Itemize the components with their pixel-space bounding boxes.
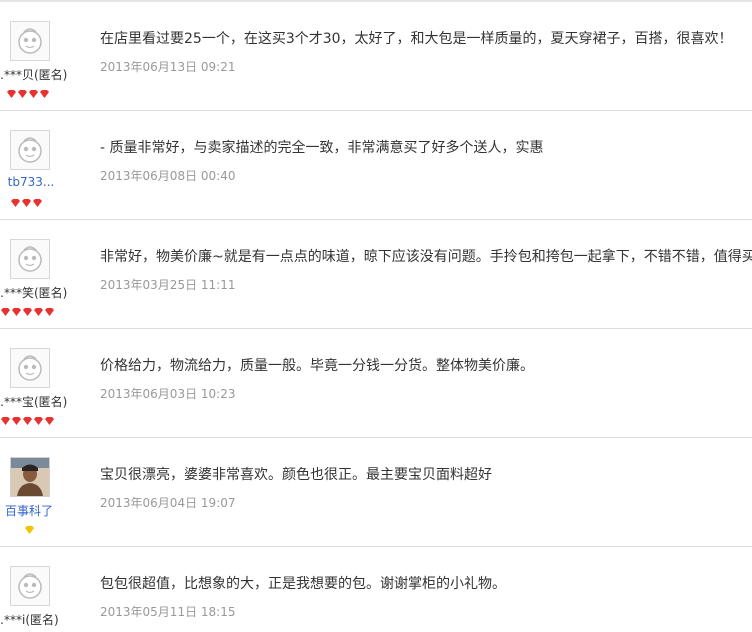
review-text: - 质量非常好，与卖家描述的完全一致，非常满意买了好多个送人，实惠 [100, 140, 544, 156]
review-text: 宝贝很漂亮，婆婆非常喜欢。颜色也很正。最主要宝贝面料超好 [100, 467, 492, 483]
red-gem-icon [11, 199, 20, 207]
red-gem-icon [29, 90, 38, 98]
red-gem-icon [12, 417, 21, 425]
rank-gems [24, 520, 35, 534]
review-date: 2013年06月13日 09:21 [100, 60, 236, 74]
red-gem-icon [1, 308, 10, 316]
red-gem-icon [18, 90, 27, 98]
red-gem-icon [45, 308, 54, 316]
red-gem-icon [12, 308, 21, 316]
review-date: 2013年06月03日 10:23 [100, 387, 236, 401]
review-item: …***笑(匿名) 非常好，物美价廉~就是有一点点的味道，晾下应该没有问题。手拎… [0, 220, 752, 329]
yellow-gem-icon [25, 526, 34, 534]
user-photo-avatar[interactable] [10, 457, 50, 497]
review-date: 2013年06月04日 19:07 [100, 496, 236, 510]
rank-gems [10, 193, 43, 207]
default-avatar-icon[interactable] [10, 21, 50, 61]
default-avatar-icon[interactable] [10, 130, 50, 170]
review-item: …***宝(匿名) 价格给力，物流给力，质量一般。毕竟一分钱一分货。整体物美价廉… [0, 329, 752, 438]
default-avatar-icon[interactable] [10, 566, 50, 606]
username: …***i(匿名) [0, 613, 59, 627]
review-date: 2013年03月25日 11:11 [100, 278, 236, 292]
red-gem-icon [34, 308, 43, 316]
red-gem-icon [7, 90, 16, 98]
rank-gems [0, 302, 55, 316]
red-gem-icon [34, 417, 43, 425]
review-item: 百事科了 宝贝很漂亮，婆婆非常喜欢。颜色也很正。最主要宝贝面料超好 2013年0… [0, 438, 752, 547]
review-text: 价格给力，物流给力，质量一般。毕竟一分钱一分货。整体物美价廉。 [100, 358, 534, 374]
review-text: 非常好，物美价廉~就是有一点点的味道，晾下应该没有问题。手拎包和挎包一起拿下，不… [100, 249, 752, 265]
default-avatar-icon[interactable] [10, 239, 50, 279]
review-item: tb733... - 质量非常好，与卖家描述的完全一致，非常满意买了好多个送人，… [0, 111, 752, 220]
username: …***笑(匿名) [0, 286, 68, 300]
review-item: …***i(匿名) 包包很超值，比想象的大，正是我想要的包。谢谢掌柜的小礼物。 … [0, 547, 752, 632]
rank-gems [0, 411, 55, 425]
review-text: 包包很超值，比想象的大，正是我想要的包。谢谢掌柜的小礼物。 [100, 576, 506, 592]
red-gem-icon [23, 417, 32, 425]
red-gem-icon [22, 199, 31, 207]
username-link[interactable]: 百事科了 [0, 502, 62, 519]
username: …***贝(匿名) [0, 68, 68, 82]
review-date: 2013年06月08日 00:40 [100, 169, 236, 183]
red-gem-icon [23, 308, 32, 316]
default-avatar-icon[interactable] [10, 348, 50, 388]
review-text: 在店里看过要25一个，在这买3个才30，太好了，和大包是一样质量的，夏天穿裙子，… [100, 31, 733, 47]
username: …***宝(匿名) [0, 395, 68, 409]
red-gem-icon [40, 90, 49, 98]
rank-gems [6, 84, 50, 98]
red-gem-icon [45, 417, 54, 425]
red-gem-icon [33, 199, 42, 207]
username-link[interactable]: tb733... [0, 175, 64, 189]
review-item: …***贝(匿名) 在店里看过要25一个，在这买3个才30，太好了，和大包是一样… [0, 2, 752, 111]
red-gem-icon [1, 417, 10, 425]
review-date: 2013年05月11日 18:15 [100, 605, 236, 619]
